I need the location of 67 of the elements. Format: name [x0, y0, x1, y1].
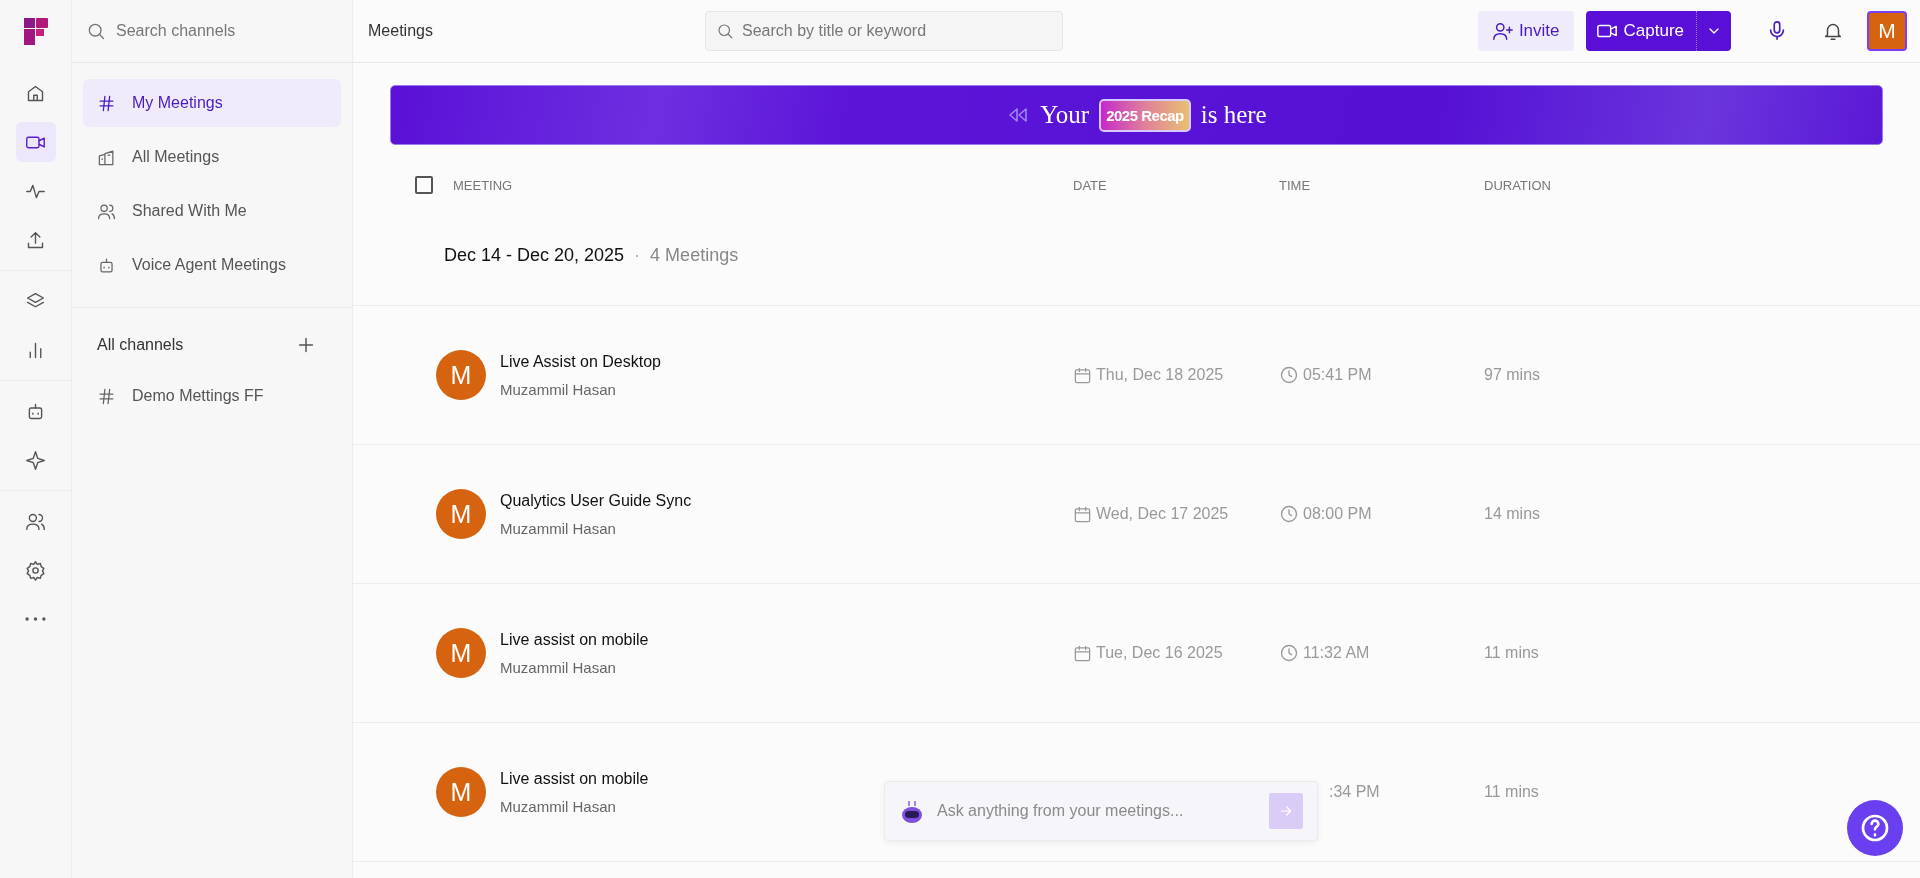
- select-all-checkbox[interactable]: [415, 176, 433, 194]
- meeting-duration: 11 mins: [1484, 783, 1539, 801]
- recap-badge: 2025 Recap: [1099, 98, 1191, 132]
- meeting-title: Live Assist on Desktop: [500, 352, 661, 371]
- meeting-time: 08:00 PM: [1303, 505, 1372, 523]
- search-icon: [716, 22, 734, 40]
- meeting-owner: Muzammil Hasan: [500, 380, 617, 398]
- meeting-duration: 14 mins: [1484, 505, 1541, 523]
- promo-banner[interactable]: Your 2025 Recap is here: [390, 85, 1883, 145]
- banner-text: is here: [1200, 101, 1267, 129]
- arrow-right-icon: [1278, 803, 1294, 819]
- channel-item[interactable]: All Meetings: [83, 133, 341, 181]
- column-header: DATE: [1073, 177, 1108, 193]
- search-icon: [86, 21, 106, 41]
- avatar: M: [436, 489, 486, 539]
- meeting-owner: Muzammil Hasan: [500, 519, 617, 537]
- meeting-duration: 97 mins: [1484, 366, 1541, 384]
- meeting-row[interactable]: M Live Assist on Desktop Muzammil Hasan Thu, Dec 18 2025 05:41 PM 97 mins: [353, 306, 1920, 445]
- channel-search-field[interactable]: Search channels: [72, 0, 352, 63]
- banner-text: Your: [1040, 101, 1090, 129]
- meeting-date: Tue, Dec 16 2025: [1096, 644, 1223, 662]
- page-title: Meetings: [368, 22, 434, 40]
- avatar: M: [436, 767, 486, 817]
- user-avatar[interactable]: M: [1867, 11, 1907, 51]
- meeting-time: :34 PM: [1329, 783, 1380, 801]
- channel-item[interactable]: Voice Agent Meetings: [83, 241, 341, 289]
- column-header: TIME: [1279, 177, 1312, 193]
- week-range: Dec 14 - Dec 20, 2025: [444, 244, 625, 266]
- meeting-time: 05:41 PM: [1303, 366, 1372, 384]
- channel-item[interactable]: Shared With Me: [83, 187, 341, 235]
- meeting-time: 11:32 AM: [1303, 644, 1370, 662]
- search-field[interactable]: Search by title or keyword: [705, 11, 1063, 51]
- robot-icon: [901, 799, 923, 823]
- user-plus-icon: [1491, 20, 1514, 42]
- capture-button[interactable]: Capture: [1585, 11, 1697, 51]
- hash-icon: [97, 386, 116, 406]
- calendar-icon: [1073, 643, 1092, 663]
- invite-button[interactable]: Invite: [1477, 11, 1574, 51]
- meeting-title: Live assist on mobile: [500, 769, 649, 788]
- meeting-row[interactable]: M Live assist on mobile Muzammil Hasan Tue, Dec 16 2025 11:32 AM 11 mins: [353, 584, 1920, 723]
- rail-button[interactable]: [15, 122, 56, 162]
- meeting-owner: Muzammil Hasan: [500, 658, 617, 676]
- avatar: M: [436, 628, 486, 678]
- meeting-title: Live assist on mobile: [500, 630, 649, 649]
- meeting-date: Thu, Dec 18 2025: [1096, 366, 1224, 384]
- meeting-owner: Muzammil Hasan: [500, 797, 617, 815]
- calendar-icon: [1073, 504, 1092, 524]
- upload-icon: [25, 229, 46, 251]
- logo-icon[interactable]: [23, 17, 48, 46]
- sparkle-icon: [25, 449, 46, 471]
- calendar-icon: [1073, 365, 1092, 385]
- meeting-duration: 11 mins: [1484, 644, 1539, 662]
- settings-icon: [25, 559, 46, 581]
- channel-item[interactable]: My Meetings: [83, 79, 341, 127]
- section-heading: All channels: [97, 336, 184, 354]
- meeting-title: Qualytics User Guide Sync: [500, 491, 692, 510]
- column-header: MEETING: [453, 177, 513, 193]
- help-icon[interactable]: [1859, 812, 1891, 844]
- meeting-count: 4 Meetings: [650, 244, 739, 266]
- channel-item[interactable]: Demo Mettings FF: [83, 372, 341, 420]
- meeting-date: Wed, Dec 17 2025: [1096, 505, 1229, 523]
- meeting-row[interactable]: M Qualytics User Guide Sync Muzammil Hasan Wed, Dec 17 2025 08:00 PM 14 mins: [353, 445, 1920, 584]
- column-header: DURATION: [1484, 177, 1552, 193]
- more-icon: [25, 617, 46, 621]
- separator-dot: ·: [634, 244, 641, 266]
- hash-icon: [97, 93, 116, 113]
- avatar: M: [436, 350, 486, 400]
